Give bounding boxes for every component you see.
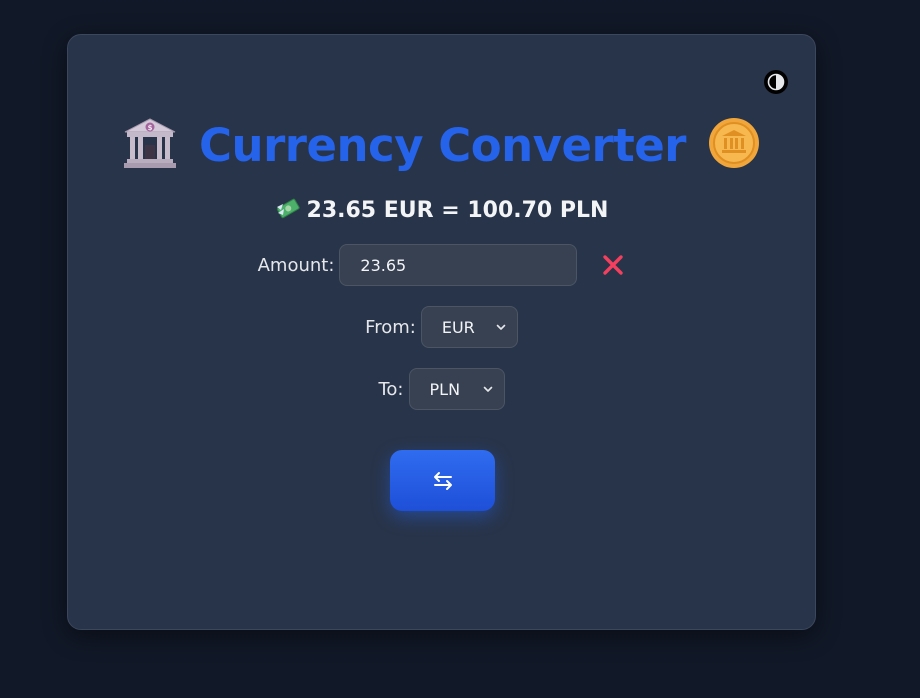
swap-arrows-icon: [433, 471, 452, 490]
money-with-wings-icon: [275, 195, 301, 225]
amount-row: Amount:: [68, 244, 815, 286]
chevron-down-icon: [483, 386, 492, 392]
result-text: 23.65 EUR = 100.70 PLN: [306, 197, 609, 223]
svg-text:$: $: [148, 124, 153, 132]
conversion-result: 23.65 EUR = 100.70 PLN: [68, 195, 815, 225]
to-row: To: PLN: [68, 368, 815, 410]
contrast-icon: [764, 70, 788, 94]
chevron-down-icon: [496, 324, 506, 330]
from-currency-value: EUR: [441, 317, 475, 337]
from-label: From:: [365, 316, 416, 338]
amount-input[interactable]: [339, 244, 578, 286]
amount-label: Amount:: [257, 254, 335, 276]
coin-icon: [708, 117, 760, 173]
clear-amount-button[interactable]: [601, 253, 625, 277]
close-icon: [603, 255, 624, 275]
swap-currencies-button[interactable]: [390, 450, 495, 511]
converter-card: $ Currency Converter 23.65 EUR = 100.70 …: [67, 34, 816, 630]
page-title: Currency Converter: [199, 118, 686, 172]
from-row: From: EUR: [68, 306, 815, 348]
to-label: To:: [378, 378, 404, 400]
theme-toggle-button[interactable]: [764, 70, 788, 94]
from-currency-select[interactable]: EUR: [420, 306, 518, 348]
to-currency-value: PLN: [429, 379, 461, 399]
bank-icon: $: [123, 117, 177, 173]
title-row: $ Currency Converter: [68, 117, 815, 173]
to-currency-select[interactable]: PLN: [408, 368, 505, 410]
